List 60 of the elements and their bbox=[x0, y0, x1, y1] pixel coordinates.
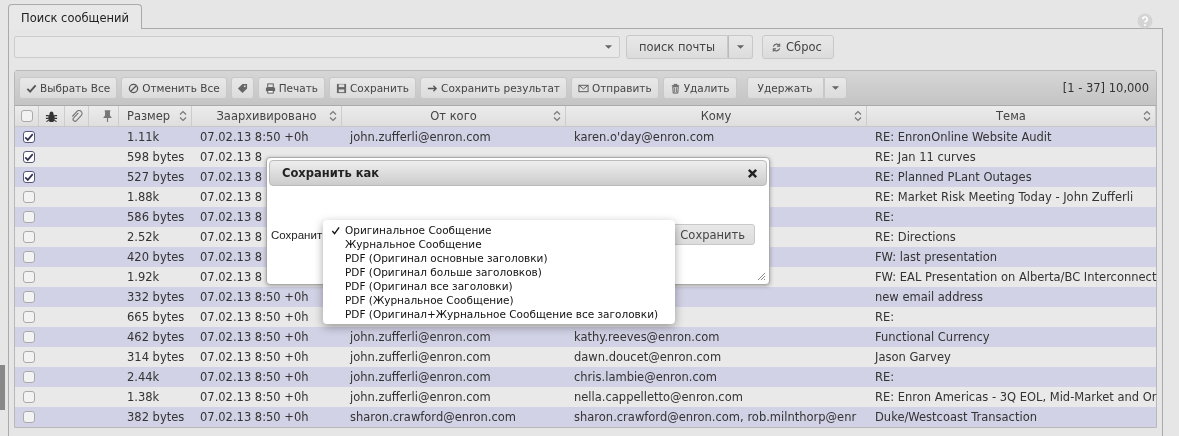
table-cell: karen.o'day@enron.com bbox=[574, 130, 715, 144]
table-cell: john.zufferli@enron.com bbox=[350, 350, 491, 364]
dialog-title: Сохранить как bbox=[282, 166, 380, 180]
table-cell: 07.02.13 8:50 +0h bbox=[200, 130, 309, 144]
table-cell: 07.02.13 8 bbox=[200, 230, 263, 244]
table-cell: 07.02.13 8:50 +0h bbox=[200, 350, 309, 364]
table-cell: sharon.crawford@enron.com bbox=[350, 410, 517, 424]
table-cell: 1.11k bbox=[127, 130, 160, 144]
table-cell: RE: bbox=[875, 310, 895, 324]
table-cell: sharon.crawford@enron.com, rob.milnthorp@enr bbox=[574, 410, 857, 424]
table-cell: 07.02.13 8:50 +0h bbox=[200, 310, 309, 324]
table-cell: 07.02.13 8 bbox=[200, 150, 263, 164]
table-cell: 586 bytes bbox=[127, 210, 185, 224]
field-label: Сохранит bbox=[271, 228, 323, 241]
table-cell: RE: EnronOnline Website Audit bbox=[875, 130, 1052, 144]
table-cell: kathy.reeves@enron.com bbox=[574, 330, 720, 344]
table-cell: 07.02.13 8 bbox=[200, 170, 263, 184]
table-cell: john.zufferli@enron.com bbox=[350, 370, 491, 384]
table-cell: 332 bytes bbox=[127, 290, 185, 304]
table-cell: 2.52k bbox=[127, 230, 160, 244]
table-cell: 420 bytes bbox=[127, 250, 185, 264]
table-cell: RE: bbox=[875, 370, 895, 384]
table-cell: 07.02.13 8:50 +0h bbox=[200, 370, 309, 384]
table-cell: 07.02.13 8 bbox=[200, 270, 263, 284]
table-cell: RE: Jan 11 curves bbox=[875, 150, 976, 164]
table-cell: FW: EAL Presentation on Alberta/BC Interconnect bbox=[875, 270, 1157, 284]
table-cell: 07.02.13 8:50 +0h bbox=[200, 410, 309, 424]
table-cell: 598 bytes bbox=[127, 150, 185, 164]
table-cell: john.zufferli@enron.com bbox=[350, 390, 491, 404]
table-cell: 07.02.13 8:50 +0h bbox=[200, 290, 309, 304]
table-cell: 1.88k bbox=[127, 190, 160, 204]
table-cell: 2.44k bbox=[127, 370, 160, 384]
table-cell: Jason Garvey bbox=[875, 350, 951, 364]
table-cell: Functional Currency bbox=[875, 330, 990, 344]
table-cell: nella.cappelletto@enron.com bbox=[574, 390, 743, 404]
table-cell: 665 bytes bbox=[127, 310, 185, 324]
table-cell: RE: bbox=[875, 210, 895, 224]
table-cell: dawn.doucet@enron.com bbox=[574, 350, 722, 364]
table-cell: RE: Planned PLant Outages bbox=[875, 170, 1032, 184]
table-cell: 07.02.13 8:50 +0h bbox=[200, 390, 309, 404]
table-cell: FW: last presentation bbox=[875, 250, 998, 264]
table-cell: john.zufferli@enron.com bbox=[350, 130, 491, 144]
table-cell: RE: Market Risk Meeting Today - John Zufferli bbox=[875, 190, 1134, 204]
table-cell: 07.02.13 8 bbox=[200, 210, 263, 224]
table-cell: 462 bytes bbox=[127, 330, 185, 344]
table-cell: 527 bytes bbox=[127, 170, 185, 184]
table-cell: 1.38k bbox=[127, 390, 160, 404]
table-cell: 382 bytes bbox=[127, 410, 185, 424]
table-cell: new email address bbox=[875, 290, 983, 304]
table-cell: 07.02.13 8 bbox=[200, 250, 263, 264]
table-cell: 07.02.13 8:50 +0h bbox=[200, 330, 309, 344]
table-cell: 314 bytes bbox=[127, 350, 185, 364]
table-cell: 07.02.13 8 bbox=[200, 190, 263, 204]
table-cell: 1.92k bbox=[127, 270, 160, 284]
result-count: [1 - 37] 10,000 bbox=[1062, 81, 1150, 95]
table-cell: chris.lambie@enron.com bbox=[574, 370, 718, 384]
table-cell: RE: Enron Americas - 3Q EOL, Mid-Market and Or bbox=[875, 390, 1157, 404]
table-cell: Duke/Westcoast Transaction bbox=[875, 410, 1037, 424]
table-cell: RE: Directions bbox=[875, 230, 956, 244]
table-cell: john.zufferli@enron.com bbox=[350, 330, 491, 344]
